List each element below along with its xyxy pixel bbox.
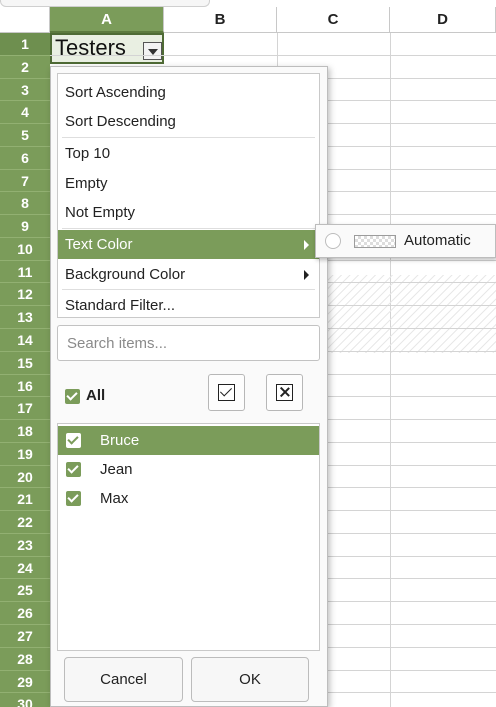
row-header[interactable]: 25 xyxy=(0,579,50,602)
menu-item-empty[interactable]: Empty xyxy=(58,169,319,198)
color-swatch-icon xyxy=(354,235,396,248)
menu-separator xyxy=(62,289,315,290)
column-header-a[interactable]: A xyxy=(50,7,164,33)
row-header[interactable]: 18 xyxy=(0,420,50,443)
autofilter-dropdown-button[interactable] xyxy=(143,42,162,60)
menu-item-label: Top 10 xyxy=(65,145,111,162)
menu-item-label: Standard Filter... xyxy=(65,297,176,314)
row-header[interactable]: 5 xyxy=(0,124,50,147)
row-header[interactable]: 13 xyxy=(0,306,50,329)
row-header[interactable]: 29 xyxy=(0,671,50,693)
row-header[interactable]: 16 xyxy=(0,375,50,397)
column-header-c[interactable]: C xyxy=(277,7,390,33)
row-header[interactable]: 22 xyxy=(0,511,50,534)
all-label: All xyxy=(86,387,106,404)
column-header-b[interactable]: B xyxy=(164,7,277,33)
uncheck-all-icon xyxy=(276,384,293,401)
submenu-arrow-icon xyxy=(304,240,309,250)
row-header[interactable]: 21 xyxy=(0,488,50,511)
row-header[interactable]: 19 xyxy=(0,443,50,466)
row-header[interactable]: 9 xyxy=(0,215,50,238)
list-item-bruce[interactable]: Bruce xyxy=(58,426,319,455)
menu-item-label: Sort Descending xyxy=(65,113,176,130)
row-header[interactable]: 3 xyxy=(0,79,50,101)
check-all-button[interactable] xyxy=(208,374,245,411)
cell-a1-text: Testers xyxy=(55,35,126,60)
row-header[interactable]: 12 xyxy=(0,283,50,306)
row-header[interactable]: 26 xyxy=(0,602,50,625)
menu-item-standard-filter[interactable]: Standard Filter... xyxy=(58,291,319,320)
menu-separator xyxy=(62,228,315,229)
filter-menu: Sort Ascending Sort Descending Top 10 Em… xyxy=(57,73,320,318)
item-checkbox[interactable] xyxy=(66,462,81,477)
radio-icon[interactable] xyxy=(325,233,341,249)
menu-item-label: Not Empty xyxy=(65,204,136,221)
item-checkbox[interactable] xyxy=(66,433,81,448)
row-headers: 1 2 3 4 5 6 7 8 9 10 11 12 13 14 15 16 17 18 19 20 21 22 23 24 2… xyxy=(0,33,50,707)
column-header-d[interactable]: D xyxy=(390,7,496,33)
row-header[interactable]: 23 xyxy=(0,534,50,557)
row-header[interactable]: 28 xyxy=(0,648,50,671)
row-header[interactable]: 7 xyxy=(0,170,50,192)
column-divider xyxy=(390,33,391,707)
menu-item-label: Background Color xyxy=(65,266,186,283)
menu-item-sort-descending[interactable]: Sort Descending xyxy=(58,107,319,136)
menu-separator xyxy=(62,137,315,138)
row-header[interactable]: 1 xyxy=(0,33,50,56)
row-header[interactable]: 20 xyxy=(0,466,50,488)
row-header[interactable]: 17 xyxy=(0,397,50,420)
select-all-corner[interactable] xyxy=(0,0,210,33)
row-header[interactable]: 14 xyxy=(0,329,50,352)
row-header[interactable]: 4 xyxy=(0,101,50,124)
autofilter-popup: Sort Ascending Sort Descending Top 10 Em… xyxy=(50,66,328,707)
row-header[interactable]: 24 xyxy=(0,557,50,579)
menu-item-label: Sort Ascending xyxy=(65,84,166,101)
all-checkbox-row[interactable]: All xyxy=(65,387,165,409)
cancel-button[interactable]: Cancel xyxy=(64,657,183,702)
list-item-label: Bruce xyxy=(100,432,140,449)
ok-button[interactable]: OK xyxy=(191,657,309,702)
menu-item-sort-ascending[interactable]: Sort Ascending xyxy=(58,78,319,107)
submenu-item-automatic[interactable]: Automatic xyxy=(404,225,471,257)
search-items-input[interactable] xyxy=(57,325,320,361)
text-color-submenu: Automatic xyxy=(315,224,496,258)
row-header[interactable]: 15 xyxy=(0,352,50,375)
cell-a1[interactable]: Testers xyxy=(50,33,164,64)
row-header[interactable]: 10 xyxy=(0,238,50,261)
all-checkbox[interactable] xyxy=(65,389,80,404)
row-header[interactable]: 6 xyxy=(0,147,50,170)
menu-item-top-10[interactable]: Top 10 xyxy=(58,139,319,168)
list-item-max[interactable]: Max xyxy=(58,484,319,513)
row-header[interactable]: 11 xyxy=(0,261,50,283)
row-header[interactable]: 8 xyxy=(0,192,50,215)
row-divider xyxy=(50,55,496,56)
menu-item-text-color[interactable]: Text Color xyxy=(58,230,319,259)
cell-pattern xyxy=(324,275,496,353)
row-header[interactable]: 27 xyxy=(0,625,50,648)
value-list[interactable]: Bruce Jean Max xyxy=(57,423,320,651)
menu-item-not-empty[interactable]: Not Empty xyxy=(58,198,319,227)
list-item-label: Max xyxy=(100,490,129,507)
menu-item-label: Text Color xyxy=(65,236,133,253)
row-header[interactable]: 30 xyxy=(0,693,50,707)
list-item-jean[interactable]: Jean xyxy=(58,455,319,484)
sheet-tab-edge xyxy=(0,0,210,7)
item-checkbox[interactable] xyxy=(66,491,81,506)
uncheck-all-button[interactable] xyxy=(266,374,303,411)
row-header[interactable]: 2 xyxy=(0,56,50,79)
menu-item-background-color[interactable]: Background Color xyxy=(58,260,319,289)
submenu-arrow-icon xyxy=(304,270,309,280)
menu-item-label: Empty xyxy=(65,175,108,192)
check-all-icon xyxy=(218,384,235,401)
list-item-label: Jean xyxy=(100,461,133,478)
